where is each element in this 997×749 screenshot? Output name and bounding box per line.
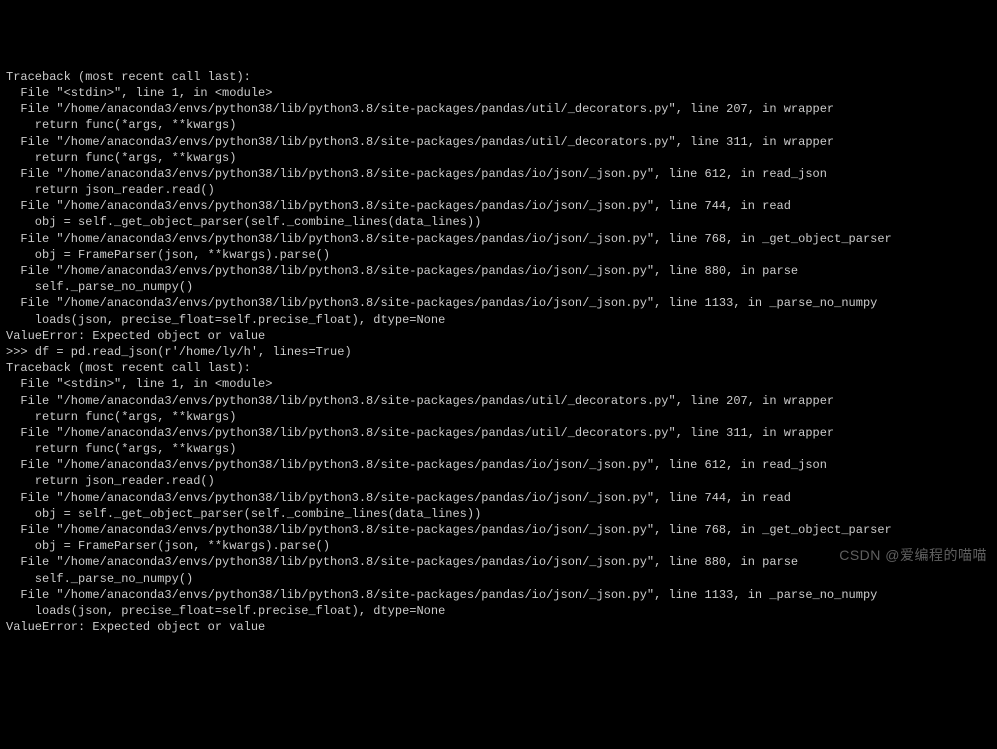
traceback1-error: ValueError: Expected object or value xyxy=(6,328,991,344)
traceback2-header: Traceback (most recent call last): xyxy=(6,360,991,376)
traceback2-frame-1-loc: File "/home/anaconda3/envs/python38/lib/… xyxy=(6,393,991,409)
traceback2-error: ValueError: Expected object or value xyxy=(6,619,991,635)
traceback2-frame-0-loc: File "<stdin>", line 1, in <module> xyxy=(6,376,991,392)
traceback1-frame-6-loc: File "/home/anaconda3/envs/python38/lib/… xyxy=(6,263,991,279)
traceback1-frame-3-loc: File "/home/anaconda3/envs/python38/lib/… xyxy=(6,166,991,182)
traceback1-frame-5-loc: File "/home/anaconda3/envs/python38/lib/… xyxy=(6,231,991,247)
traceback1-frame-1-code: return func(*args, **kwargs) xyxy=(6,117,991,133)
traceback1-frame-2-loc: File "/home/anaconda3/envs/python38/lib/… xyxy=(6,134,991,150)
traceback1-frame-7-code: loads(json, precise_float=self.precise_f… xyxy=(6,312,991,328)
traceback2-frame-3-loc: File "/home/anaconda3/envs/python38/lib/… xyxy=(6,457,991,473)
traceback1-frame-7-loc: File "/home/anaconda3/envs/python38/lib/… xyxy=(6,295,991,311)
traceback1-header: Traceback (most recent call last): xyxy=(6,69,991,85)
traceback2-frame-2-loc: File "/home/anaconda3/envs/python38/lib/… xyxy=(6,425,991,441)
traceback1-frame-0-loc: File "<stdin>", line 1, in <module> xyxy=(6,85,991,101)
traceback1-frame-4-code: obj = self._get_object_parser(self._comb… xyxy=(6,214,991,230)
traceback1-frame-6-code: self._parse_no_numpy() xyxy=(6,279,991,295)
traceback2-frame-3-code: return json_reader.read() xyxy=(6,473,991,489)
traceback2-frame-7-code: loads(json, precise_float=self.precise_f… xyxy=(6,603,991,619)
traceback1-frame-3-code: return json_reader.read() xyxy=(6,182,991,198)
traceback2-frame-2-code: return func(*args, **kwargs) xyxy=(6,441,991,457)
traceback1-frame-1-loc: File "/home/anaconda3/envs/python38/lib/… xyxy=(6,101,991,117)
traceback2-frame-6-code: self._parse_no_numpy() xyxy=(6,571,991,587)
watermark-text: CSDN @爱编程的喵喵 xyxy=(839,546,987,565)
repl-input-line: >>> df = pd.read_json(r'/home/ly/h', lin… xyxy=(6,344,991,360)
traceback2-frame-5-loc: File "/home/anaconda3/envs/python38/lib/… xyxy=(6,522,991,538)
traceback1-frame-2-code: return func(*args, **kwargs) xyxy=(6,150,991,166)
traceback2-frame-4-code: obj = self._get_object_parser(self._comb… xyxy=(6,506,991,522)
traceback2-frame-4-loc: File "/home/anaconda3/envs/python38/lib/… xyxy=(6,490,991,506)
traceback2-frame-1-code: return func(*args, **kwargs) xyxy=(6,409,991,425)
traceback1-frame-5-code: obj = FrameParser(json, **kwargs).parse(… xyxy=(6,247,991,263)
traceback1-frame-4-loc: File "/home/anaconda3/envs/python38/lib/… xyxy=(6,198,991,214)
traceback2-frame-7-loc: File "/home/anaconda3/envs/python38/lib/… xyxy=(6,587,991,603)
